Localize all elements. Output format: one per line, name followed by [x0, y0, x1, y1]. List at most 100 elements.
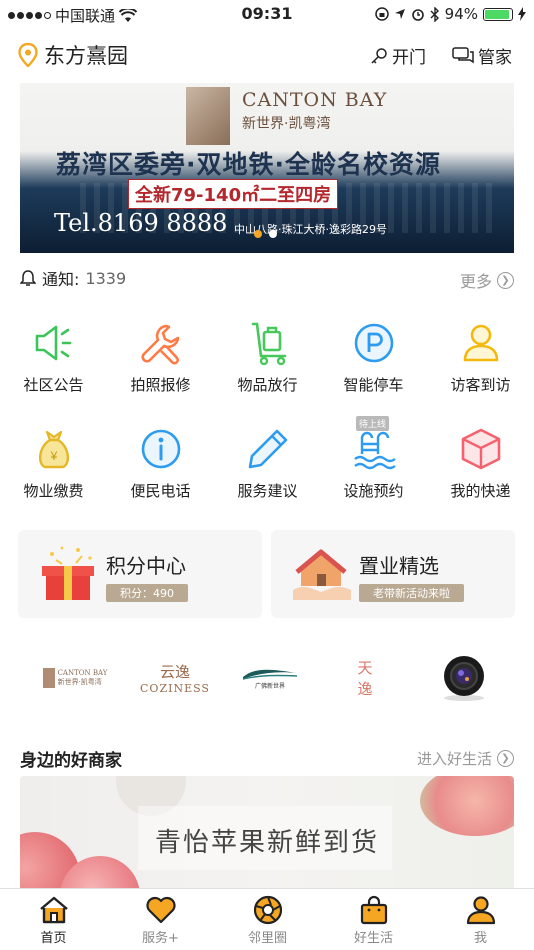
service-item-release[interactable]: 物品放行: [214, 318, 321, 398]
service-community-notice[interactable]: 社区公告: [0, 318, 107, 398]
service-label: 社区公告: [23, 376, 84, 394]
service-label: 拍照报修: [130, 376, 191, 394]
brand-line2: 新世界·凯粤湾: [57, 678, 102, 686]
pager-dot-active[interactable]: [254, 230, 262, 238]
tab-services[interactable]: 服务+: [107, 895, 214, 946]
house-in-hands-icon: [291, 544, 353, 604]
service-label: 访客到访: [450, 376, 511, 394]
merchants-more-link[interactable]: 进入好生活 ❯: [417, 748, 514, 769]
brand-camera[interactable]: [434, 648, 494, 708]
canton-bay-logo: [186, 87, 230, 145]
bluetooth-icon: [430, 6, 439, 22]
service-my-package[interactable]: 我的快递: [427, 424, 534, 504]
tab-label: 服务+: [142, 931, 179, 946]
pencil-icon: [243, 424, 293, 474]
service-property-fee[interactable]: ¥ 物业缴费: [0, 424, 107, 504]
brand-line1: 天: [357, 659, 373, 677]
notice-more-label: 更多: [459, 272, 492, 291]
location-pin-icon: [18, 43, 38, 67]
brand-guangfo-new-world[interactable]: 广佛新世界: [238, 648, 302, 708]
community-name: 东方熹园: [44, 44, 128, 68]
location-arrow-icon: [394, 9, 405, 19]
tab-good-life[interactable]: 好生活: [320, 895, 427, 946]
notice-more-link[interactable]: 更多 ❯: [460, 268, 514, 292]
service-visitor[interactable]: 访客到访: [427, 318, 534, 398]
promo-banner[interactable]: CANTON BAY 新世界·凯粤湾 荔湾区委旁·双地铁·全龄名校资源 全新79…: [20, 83, 514, 253]
notice-label: 通知:: [42, 270, 80, 289]
community-selector[interactable]: 东方熹园: [18, 40, 128, 70]
service-label: 服务建议: [237, 482, 298, 500]
open-door-button[interactable]: 开门: [370, 43, 426, 68]
app-header: 东方熹园 开门 管家: [0, 30, 534, 78]
brand-line1: 云逸: [159, 663, 190, 681]
card-title: 积分中心: [106, 554, 186, 578]
steward-label: 管家: [478, 48, 512, 68]
merchant-promo-card[interactable]: 青怡苹果新鲜到货: [20, 776, 514, 888]
status-right: 94%: [374, 5, 526, 23]
promo-badge: 老带新活动来啦: [359, 584, 464, 602]
gift-box-icon: [38, 544, 100, 604]
chevron-right-icon: ❯: [497, 271, 514, 289]
chat-bubbles-icon: [452, 46, 474, 63]
camera-lens-icon: [444, 656, 484, 701]
real-estate-card[interactable]: 置业精选 老带新活动来啦: [271, 530, 515, 618]
tab-label: 首页: [40, 931, 67, 946]
money-bag-icon: ¥: [29, 424, 79, 474]
service-facility-booking[interactable]: 待上线 设施预约: [320, 416, 427, 504]
brand-line2: COZINESS: [140, 682, 210, 695]
banner-en-title: CANTON BAY: [242, 89, 388, 111]
banner-cn-title: 新世界·凯粤湾: [242, 116, 331, 132]
pager-dot[interactable]: [269, 230, 277, 238]
merchants-title: 身边的好商家: [20, 751, 122, 771]
banner-tel: Tel.8169 8888: [54, 209, 228, 237]
brand-line2: 逸: [357, 680, 373, 698]
card-title: 置业精选: [359, 554, 439, 578]
wave-logo-icon: [242, 669, 298, 680]
brand-line2: 广佛新世界: [254, 682, 285, 690]
notice-count: 1339: [85, 268, 127, 288]
wrench-icon: [136, 318, 186, 368]
brand-strip: CANTON BAY 新世界·凯粤湾 云逸 COZINESS 广佛新世界 天 逸: [0, 648, 534, 708]
rotation-lock-icon: [374, 7, 389, 21]
banner-side-text: [24, 103, 34, 213]
tab-neighborhood[interactable]: 邻里圈: [214, 895, 321, 946]
service-label: 物业缴费: [23, 482, 84, 500]
user-icon: [465, 895, 497, 925]
bell-icon: [20, 270, 36, 286]
steward-button[interactable]: 管家: [452, 43, 512, 68]
service-label: 物品放行: [237, 376, 298, 394]
key-icon: [371, 47, 387, 64]
open-door-label: 开门: [392, 48, 426, 68]
cart-icon: [243, 318, 293, 368]
service-photo-repair[interactable]: 拍照报修: [107, 318, 214, 398]
brand-canton-bay[interactable]: CANTON BAY 新世界·凯粤湾: [40, 648, 110, 708]
tab-me[interactable]: 我: [427, 895, 534, 946]
megaphone-icon: [29, 318, 79, 368]
brand-line1: CANTON BAY: [57, 669, 108, 677]
tab-home[interactable]: 首页: [0, 895, 107, 946]
home-icon: [38, 895, 70, 925]
service-label: 智能停车: [343, 376, 404, 394]
aperture-icon: [252, 895, 284, 925]
info-icon: [136, 424, 186, 474]
points-center-card[interactable]: 积分中心 积分：490: [18, 530, 262, 618]
tab-label: 我: [473, 931, 487, 946]
chevron-right-icon: ❯: [497, 750, 514, 767]
banner-pager: [254, 230, 277, 238]
merchants-more-label: 进入好生活: [416, 750, 492, 768]
service-smart-parking[interactable]: 智能停车: [320, 318, 427, 398]
shopping-bag-icon: [358, 895, 390, 925]
service-phonebook[interactable]: 便民电话: [107, 424, 214, 504]
brand-coziness[interactable]: 云逸 COZINESS: [140, 648, 210, 708]
tab-label: 邻里圈: [247, 931, 287, 946]
service-label: 设施预约: [343, 482, 404, 500]
service-label: 便民电话: [130, 482, 191, 500]
notice-bar[interactable]: 通知: 1339 更多 ❯: [20, 266, 514, 292]
battery-icon: [483, 7, 513, 21]
promo-text: 青怡苹果新鲜到货: [154, 828, 379, 858]
parking-icon: [349, 318, 399, 368]
heart-icon: [145, 895, 177, 925]
banner-headline: 荔湾区委旁·双地铁·全龄名校资源: [56, 150, 441, 179]
brand-tianyi[interactable]: 天 逸: [340, 648, 390, 708]
service-suggestion[interactable]: 服务建议: [214, 424, 321, 504]
